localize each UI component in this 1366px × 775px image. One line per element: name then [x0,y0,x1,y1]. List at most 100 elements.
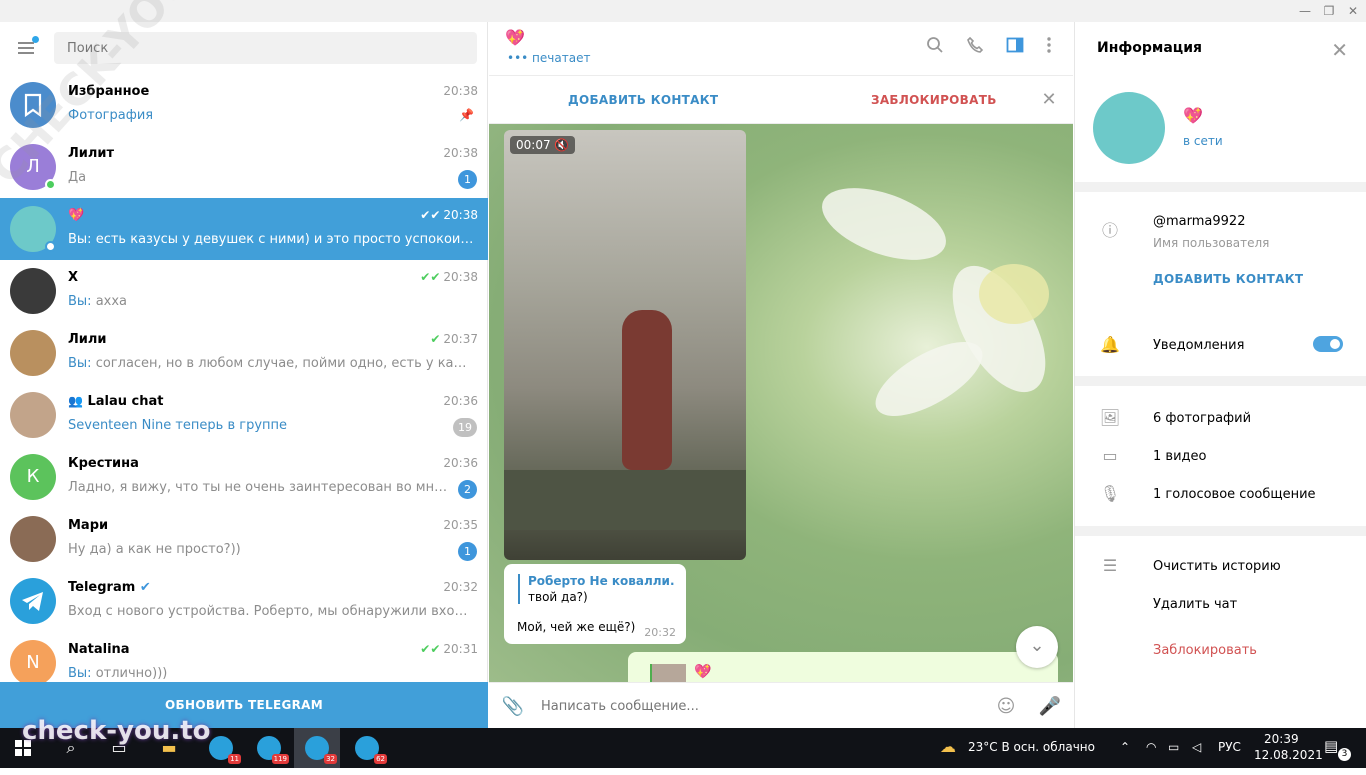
chat-sidebar: Избранное 20:38 Фотография 📌 Л Лилит 20:… [0,22,488,728]
chat-last-message: Ну да) а как не просто?)) [68,542,241,557]
video-counter [504,470,746,530]
avatar: N [10,640,56,684]
divider [1075,526,1366,536]
muted-icon[interactable]: 🔇 [554,138,569,152]
notifications-toggle[interactable] [1313,336,1343,352]
reply-quote[interactable]: Роберто Не ковалли. твой да?) [518,574,675,604]
window-titlebar: — ❐ ✕ [0,0,1366,22]
chat-name: Х [68,270,79,285]
chat-time: 20:38 [443,146,478,160]
incoming-message[interactable]: Роберто Не ковалли. твой да?) Мой, чей ж… [504,564,686,644]
chat-time: 20:35 [443,518,478,532]
videos-link[interactable]: 1 видео [1153,449,1206,464]
network-icon[interactable]: ◠ [1146,740,1156,754]
check-icon: ✔ [430,332,441,346]
profile-avatar[interactable] [1093,92,1165,164]
message-area[interactable]: 00:07 🔇 Роберто Не ковалли. твой да?) Мо… [489,124,1073,682]
chat-name: Telegram ✔ [68,580,151,595]
photo-icon: 🖼 [1099,408,1121,427]
scroll-down-button[interactable]: ⌄ [1016,626,1058,668]
notifications-label: Уведомления [1153,338,1245,353]
message-composer: 📎 ☺ 🎤 [489,682,1073,728]
chat-last-message: Вход с нового устройства. Роберто, мы об… [68,604,476,619]
info-panel: Информация ✕ 💖 в сети ⓘ @marma9922 Имя п… [1074,22,1366,728]
online-indicator [45,241,56,252]
chat-last-message: Вы: отлично))) [68,666,168,681]
video-icon: ▭ [1102,446,1118,465]
outgoing-message[interactable]: 💖 [628,652,1058,682]
attach-icon[interactable]: 📎 [501,695,525,719]
clear-history-button[interactable]: Очистить историю [1153,559,1281,574]
message-input[interactable] [541,695,981,717]
block-user-button[interactable]: Заблокировать [1153,643,1257,658]
block-button[interactable]: ЗАБЛОКИРОВАТЬ [871,93,997,107]
weather-text[interactable]: 23°C В осн. облачно [968,740,1095,754]
telegram-taskbar-4[interactable]: 62 [344,728,390,768]
chat-last-message: Вы: согласен, но в любом случае, пойми о… [68,356,476,371]
volume-icon[interactable]: ◁ [1192,740,1201,754]
chat-name: Избранное [68,84,150,99]
search-icon[interactable] [923,36,947,60]
close-icon[interactable]: ✕ [1331,38,1348,62]
chat-header[interactable]: 💖 ••• печатает [489,22,1073,76]
sidebar-toggle-icon[interactable] [1003,36,1027,60]
chat-time: 20:32 [443,580,478,594]
wallpaper-petal [864,327,994,431]
contact-action-bar: ДОБАВИТЬ КОНТАКТ ЗАБЛОКИРОВАТЬ ✕ [489,76,1073,124]
chat-name: 💖 [68,208,85,223]
avatar [10,392,56,438]
chat-item-lili[interactable]: Лили ✔ 20:37 Вы: согласен, но в любом слу… [0,322,488,384]
telegram-taskbar-3[interactable]: 32 [294,728,340,768]
chat-item-telegram[interactable]: Telegram ✔ 20:32 Вход с нового устройств… [0,570,488,632]
avatar: К [10,454,56,500]
chat-item-saved[interactable]: Избранное 20:38 Фотография 📌 [0,74,488,136]
video-figure [622,310,672,470]
chat-name: Лилит [68,146,115,161]
chat-item-x[interactable]: Х ✔✔ 20:38 Вы: ахха [0,260,488,322]
reply-thumbnail [650,664,686,682]
telegram-taskbar-2[interactable]: 119 [246,728,292,768]
clock-time[interactable]: 20:39 [1264,732,1299,746]
tray-chevron-icon[interactable]: ⌃ [1120,740,1130,754]
chat-item-lilit[interactable]: Л Лилит 20:38 Да 1 [0,136,488,198]
chat-item-natalina[interactable]: N Natalina ✔✔ 20:31 Вы: отлично))) [0,632,488,684]
chat-item-lalau[interactable]: 👥 Lalau chat 20:36 Seventeen Nine теперь… [0,384,488,446]
chat-item-mari[interactable]: Мари 20:35 Ну да) а как не просто?)) 1 [0,508,488,570]
menu-icon[interactable] [14,36,39,58]
microphone-icon[interactable]: 🎤 [1038,695,1062,719]
phone-icon[interactable] [963,36,987,60]
delete-chat-button[interactable]: Удалить чат [1153,597,1237,612]
chat-time: ✔✔ 20:31 [420,642,478,656]
pin-icon: 📌 [459,108,474,122]
add-contact-button[interactable]: ДОБАВИТЬ КОНТАКТ [568,93,718,107]
chat-item-krestina[interactable]: К Крестина 20:36 Ладно, я вижу, что ты н… [0,446,488,508]
username[interactable]: @marma9922 [1153,214,1245,229]
double-check-icon: ✔✔ [420,208,441,222]
minimize-button[interactable]: — [1294,2,1316,20]
maximize-button[interactable]: ❐ [1318,2,1340,20]
photos-link[interactable]: 6 фотографий [1153,411,1251,426]
toggle-knob [1328,337,1342,351]
clock-date[interactable]: 12.08.2021 [1254,748,1323,762]
typing-status: ••• печатает [507,51,591,65]
language-indicator[interactable]: РУС [1218,740,1241,754]
double-check-icon: ✔✔ [420,270,441,284]
chat-last-message: Фотография [68,108,154,123]
add-contact-link[interactable]: ДОБАВИТЬ КОНТАКТ [1153,272,1303,286]
message-text: Мой, чей же ещё?) [517,620,636,634]
weather-icon[interactable]: ☁ [940,737,956,756]
verified-icon: ✔ [139,580,151,595]
voice-link[interactable]: 1 голосовое сообщение [1153,487,1316,502]
video-message[interactable]: 00:07 🔇 [504,130,746,560]
more-vertical-icon[interactable] [1037,36,1061,60]
chat-last-message: Seventeen Nine теперь в группе [68,418,288,433]
close-window-button[interactable]: ✕ [1342,2,1364,20]
close-icon[interactable]: ✕ [1037,88,1061,112]
wallpaper-flower-center [979,264,1049,324]
battery-icon[interactable]: ▭ [1168,740,1179,754]
reply-text: твой да?) [528,590,588,604]
notifications-icon[interactable]: ▤ [1324,737,1338,755]
emoji-icon[interactable]: ☺ [994,695,1018,719]
search-input[interactable] [54,32,477,64]
chat-item-active[interactable]: 💖 ✔✔ 20:38 Вы: есть казусы у девушек с ни… [0,198,488,260]
